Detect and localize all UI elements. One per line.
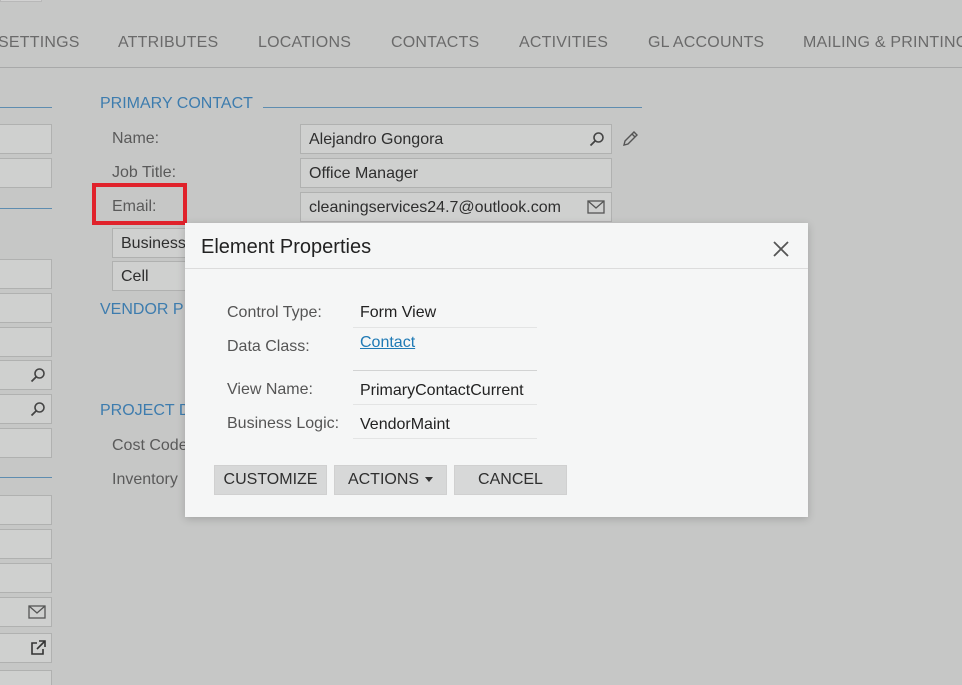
- left-section-divider: [0, 208, 52, 209]
- phone2-type-value: Cell: [121, 268, 149, 285]
- left-email-field[interactable]: [0, 597, 52, 627]
- left-field[interactable]: [0, 529, 52, 559]
- view-name-value: PrimaryContactCurrent: [360, 382, 524, 399]
- left-field[interactable]: [0, 428, 52, 458]
- name-field[interactable]: Alejandro Gongora: [300, 124, 612, 154]
- tab-activities[interactable]: ACTIVITIES: [519, 34, 608, 52]
- left-field[interactable]: [0, 327, 52, 357]
- search-icon[interactable]: [30, 367, 46, 383]
- business-logic-label: Business Logic:: [227, 415, 340, 432]
- email-field[interactable]: cleaningservices24.7@outlook.com: [300, 192, 612, 222]
- property-divider: [353, 370, 537, 371]
- chevron-down-icon: [425, 477, 434, 483]
- tab-attributes[interactable]: ATTRIBUTES: [118, 34, 218, 52]
- tab-gl-accounts[interactable]: GL ACCOUNTS: [648, 34, 764, 52]
- close-icon[interactable]: [770, 238, 792, 260]
- control-type-value: Form View: [360, 304, 437, 321]
- primary-contact-header: PRIMARY CONTACT: [100, 95, 253, 112]
- left-field[interactable]: [0, 563, 52, 593]
- control-type-label: Control Type:: [227, 304, 322, 321]
- view-name-label: View Name:: [227, 381, 313, 398]
- data-class-label: Data Class:: [227, 338, 310, 355]
- phone2-type-select[interactable]: Cell: [112, 261, 192, 291]
- actions-button-label: ACTIONS: [347, 471, 420, 488]
- email-value: cleaningservices24.7@outlook.com: [309, 199, 561, 216]
- actions-button[interactable]: ACTIONS: [334, 465, 447, 495]
- pencil-icon[interactable]: [622, 130, 639, 147]
- name-value: Alejandro Gongora: [309, 131, 444, 148]
- property-divider: [353, 404, 537, 405]
- left-field[interactable]: [0, 124, 52, 154]
- left-url-field[interactable]: [0, 633, 52, 663]
- search-icon[interactable]: [30, 401, 46, 417]
- left-field[interactable]: [0, 158, 52, 188]
- left-section-divider: [0, 107, 52, 108]
- tab-bar: SETTINGS ATTRIBUTES LOCATIONS CONTACTS A…: [0, 0, 962, 68]
- tab-locations[interactable]: LOCATIONS: [258, 34, 351, 52]
- left-lookup-field[interactable]: [0, 360, 52, 390]
- left-field[interactable]: [0, 495, 52, 525]
- dialog-title: Element Properties: [201, 236, 372, 258]
- left-field[interactable]: [0, 259, 52, 289]
- cancel-button-label: CANCEL: [478, 471, 543, 488]
- property-divider: [353, 438, 537, 439]
- left-lookup-field[interactable]: [0, 394, 52, 424]
- business-logic-value: VendorMaint: [360, 416, 450, 433]
- job-title-field[interactable]: Office Manager: [300, 158, 612, 188]
- cost-code-label: Cost Code: [112, 437, 188, 454]
- tab-settings[interactable]: SETTINGS: [0, 34, 80, 52]
- left-section-divider: [0, 477, 52, 478]
- envelope-icon[interactable]: [28, 605, 46, 619]
- primary-contact-divider: [263, 107, 642, 108]
- vendor-section-header: VENDOR P: [100, 301, 184, 318]
- envelope-icon[interactable]: [587, 200, 605, 214]
- search-icon[interactable]: [589, 131, 605, 147]
- project-section-header: PROJECT D: [100, 402, 191, 419]
- highlight-box: [92, 183, 187, 225]
- element-properties-dialog: Element Properties Control Type: Form Vi…: [185, 223, 808, 517]
- phone1-type-select[interactable]: Business: [112, 228, 192, 258]
- customize-button-label: CUSTOMIZE: [223, 471, 318, 488]
- name-label: Name:: [112, 130, 160, 147]
- tab-mailing-printing[interactable]: MAILING & PRINTING: [803, 34, 962, 52]
- inventory-label: Inventory: [112, 471, 178, 488]
- job-title-value: Office Manager: [309, 165, 419, 182]
- customize-button[interactable]: CUSTOMIZE: [214, 465, 327, 495]
- left-field[interactable]: [0, 293, 52, 323]
- cancel-button[interactable]: CANCEL: [454, 465, 567, 495]
- left-field[interactable]: [0, 670, 52, 685]
- data-class-link[interactable]: Contact: [360, 334, 415, 352]
- phone1-type-value: Business: [121, 235, 186, 252]
- tab-contacts[interactable]: CONTACTS: [391, 34, 479, 52]
- dialog-header: Element Properties: [185, 223, 808, 269]
- external-link-icon[interactable]: [30, 640, 46, 656]
- job-title-label: Job Title:: [112, 164, 177, 181]
- property-divider: [353, 327, 537, 328]
